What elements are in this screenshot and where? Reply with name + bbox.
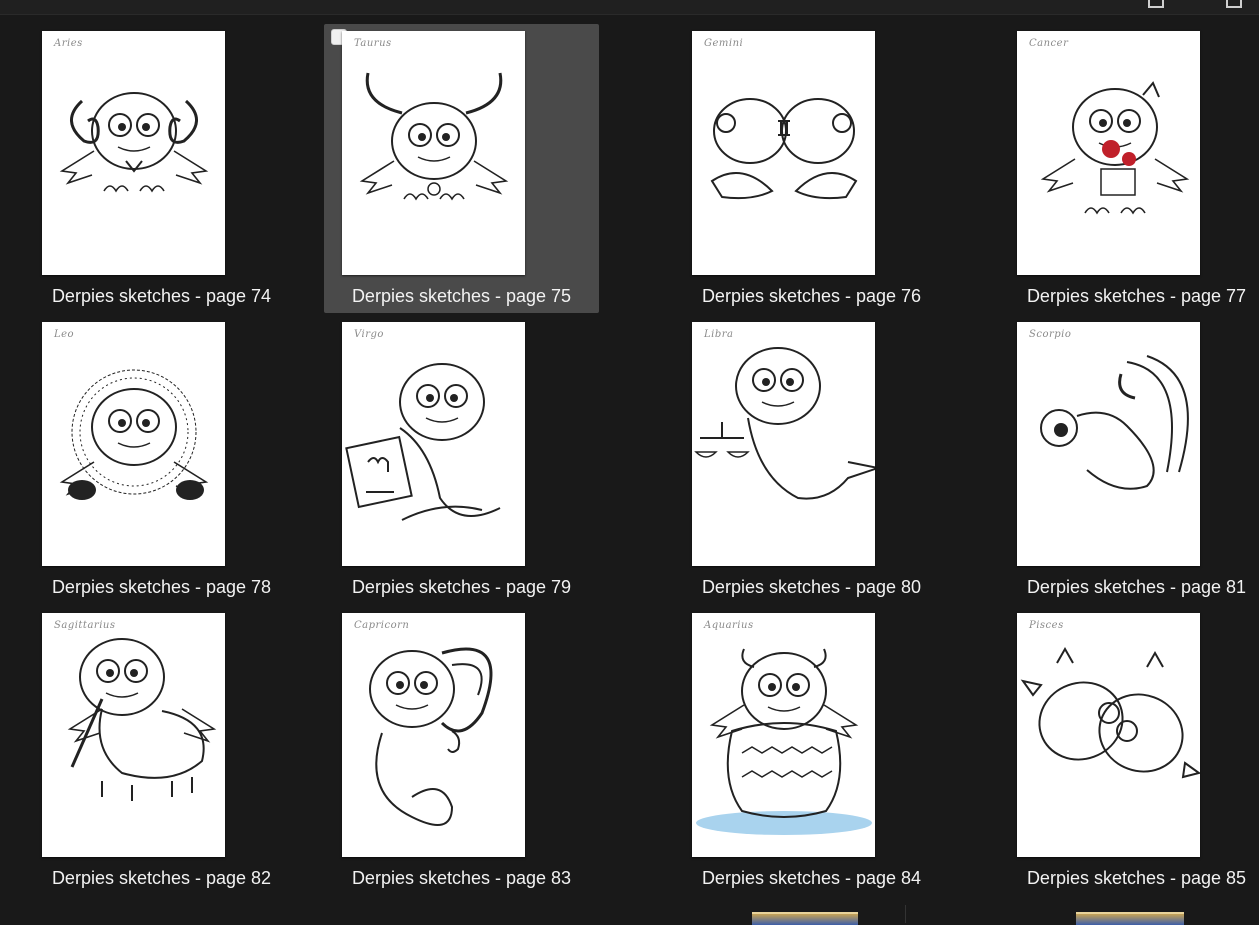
thumbnail-caption: Derpies sketches - page 81 <box>1026 577 1247 597</box>
sketch-title: Leo <box>54 329 75 340</box>
goat-sketch <box>369 647 493 826</box>
sketch-title: Capricorn <box>354 620 410 631</box>
thumbnail-tile[interactable]: Capricorn Derpies sketches - page 83 <box>324 606 599 895</box>
thumbnail-image[interactable]: Sagittarius <box>42 613 225 857</box>
thumbnail-image[interactable]: Aries <box>42 31 225 275</box>
sketch-title: Libra <box>704 329 734 340</box>
thumbnail-caption: Derpies sketches - page 77 <box>1026 286 1247 306</box>
thumbnail-caption: Derpies sketches - page 85 <box>1026 868 1247 888</box>
twins-sketch <box>710 98 858 200</box>
sketch-title: Aquarius <box>704 620 754 631</box>
thumbnail-tile[interactable]: Aquarius Derpies sketches - page 84 <box>674 606 949 895</box>
sketch-title: Taurus <box>354 38 392 49</box>
sketch-title: Sagittarius <box>54 620 116 631</box>
sketch-title: Scorpio <box>1029 329 1072 340</box>
thumbnail-tile[interactable]: Scorpio Derpies sketches - page 81 <box>999 315 1259 604</box>
thumbnail-caption: Derpies sketches - page 83 <box>351 868 572 888</box>
fish-sketch <box>1020 646 1200 779</box>
archer-sketch <box>67 638 217 801</box>
thumbnail-caption: Derpies sketches - page 76 <box>701 286 922 306</box>
thumbnail-tile[interactable]: Taurus Derpies sketches - page 75 <box>324 24 599 313</box>
thumbnail-caption: Derpies sketches - page 74 <box>51 286 272 306</box>
sketch-title: Pisces <box>1029 620 1064 631</box>
thumbnail-tile[interactable]: Gemini Derpies sketches - page 76 <box>674 24 949 313</box>
thumbnail-caption: Derpies sketches - page 80 <box>701 577 922 597</box>
thumbnail-tile[interactable]: Sagittarius Derpies sketches - page 82 <box>24 606 299 895</box>
scales-sketch <box>694 347 875 500</box>
thumbnail-image[interactable]: Virgo <box>342 322 525 566</box>
book-sketch <box>345 363 501 521</box>
ram-sketch <box>59 92 209 193</box>
sketch-title: Virgo <box>354 329 384 340</box>
thumbnail-tile[interactable]: Aries Derpies sketches - page 74 <box>24 24 299 313</box>
lion-sketch <box>59 369 209 500</box>
thumbnail-tile[interactable]: Leo Derpies sketches - page 78 <box>24 315 299 604</box>
thumbnail-tile[interactable]: Pisces Derpies sketches - page 85 <box>999 606 1259 895</box>
thumbnail-image[interactable]: Scorpio <box>1017 322 1200 566</box>
thumbnail-caption: Derpies sketches - page 82 <box>51 868 272 888</box>
scorpion-sketch <box>1040 355 1189 490</box>
thumbnail-caption: Derpies sketches - page 78 <box>51 577 272 597</box>
thumbnail-image[interactable]: Taurus <box>342 31 525 275</box>
sketch-title: Cancer <box>1029 38 1069 49</box>
next-row-thumbnail[interactable] <box>752 912 858 925</box>
thumbnail-grid: Aries Derpies sketches - page 74 Taurus De… <box>0 0 1259 923</box>
thumbnail-image[interactable]: Libra <box>692 322 875 566</box>
sketch-title: Gemini <box>704 38 744 49</box>
thumbnail-image[interactable]: Capricorn <box>342 613 525 857</box>
crab-sketch <box>1040 81 1190 215</box>
thumbnail-tile[interactable]: Virgo Derpies sketches - page 79 <box>324 315 599 604</box>
bull-sketch <box>359 72 509 201</box>
next-row-thumbnail[interactable] <box>1076 912 1184 925</box>
thumbnail-image[interactable]: Aquarius <box>692 613 875 857</box>
thumbnail-image[interactable]: Gemini <box>692 31 875 275</box>
water-sketch <box>696 648 872 835</box>
thumbnail-tile[interactable]: Libra Derpies sketches - page 80 <box>674 315 949 604</box>
thumbnail-image[interactable]: Pisces <box>1017 613 1200 857</box>
thumbnail-caption: Derpies sketches - page 75 <box>351 286 572 306</box>
thumbnail-tile[interactable]: Cancer Derpies sketches - page 77 <box>999 24 1259 313</box>
column-divider <box>905 905 906 923</box>
thumbnail-caption: Derpies sketches - page 84 <box>701 868 922 888</box>
thumbnail-image[interactable]: Cancer <box>1017 31 1200 275</box>
thumbnail-caption: Derpies sketches - page 79 <box>351 577 572 597</box>
sketch-title: Aries <box>54 38 83 49</box>
thumbnail-image[interactable]: Leo <box>42 322 225 566</box>
